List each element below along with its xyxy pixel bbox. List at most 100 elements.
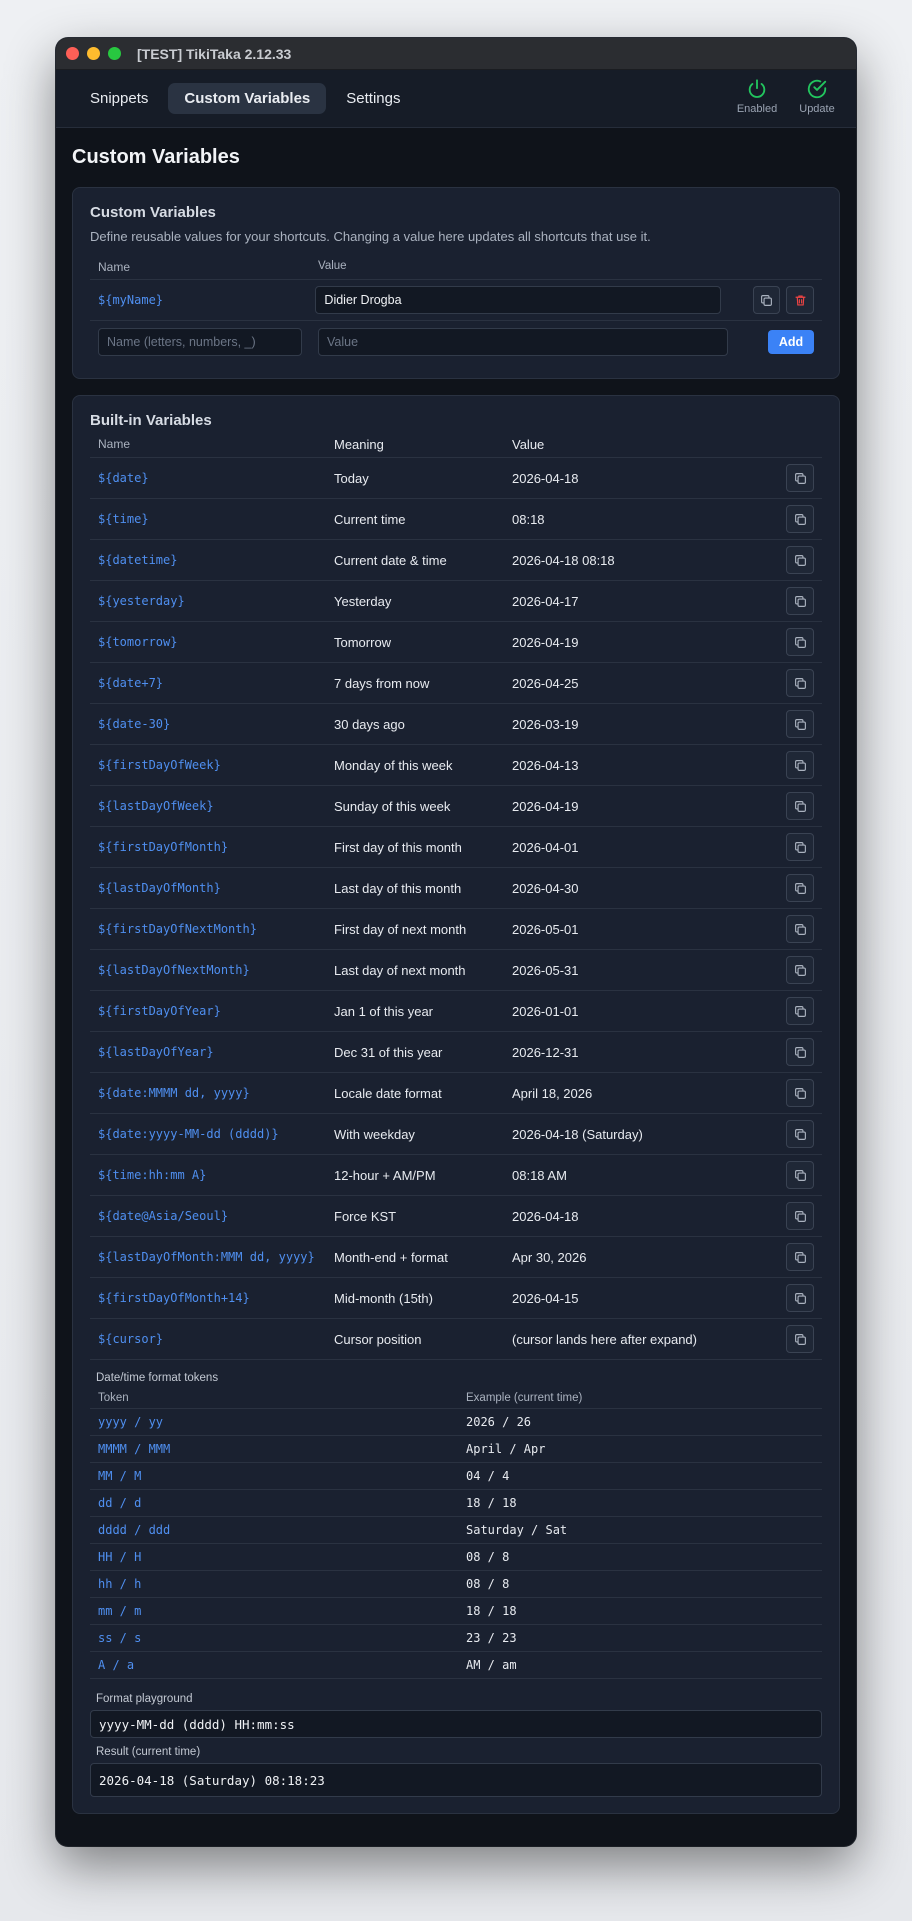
token-example: 08 / 8 [466, 1550, 510, 1564]
variable-name: ${firstDayOfNextMonth} [98, 922, 257, 936]
table-row: ${lastDayOfMonth:MMM dd, yyyy} Month-end … [90, 1237, 822, 1278]
add-variable-button[interactable]: Add [768, 329, 814, 354]
copy-icon [794, 1169, 806, 1181]
copy-icon [794, 759, 806, 771]
custom-variable-value-input[interactable]: Didier Drogba [315, 286, 721, 314]
token-example: 18 / 18 [466, 1496, 517, 1510]
variable-value: 2026-04-13 [512, 757, 579, 773]
delete-button[interactable] [786, 286, 814, 314]
variable-meaning: 12-hour + AM/PM [334, 1167, 436, 1183]
table-row: MM / M 04 / 4 [90, 1463, 822, 1490]
token-name: yyyy / yy [98, 1415, 164, 1429]
copy-button[interactable] [786, 792, 814, 820]
copy-button[interactable] [786, 915, 814, 943]
copy-button[interactable] [786, 956, 814, 984]
new-variable-value-input[interactable]: Value [318, 327, 728, 356]
col-token-header: Token [98, 1392, 129, 1404]
copy-button[interactable] [786, 1284, 814, 1312]
copy-button[interactable] [786, 1161, 814, 1189]
copy-icon [794, 554, 806, 566]
variable-meaning: Yesterday [334, 593, 392, 609]
format-playground-input[interactable]: yyyy-MM-dd (dddd) HH:mm:ss [90, 1710, 822, 1738]
table-row: ${firstDayOfNextMonth} First day of next … [90, 909, 822, 950]
token-name: dddd / ddd [98, 1523, 171, 1537]
new-variable-name-input[interactable]: Name (letters, numbers, _) [98, 327, 302, 356]
col-name-header: Name [98, 437, 131, 451]
token-example: 18 / 18 [466, 1604, 517, 1618]
minimize-window-button[interactable] [87, 47, 100, 60]
result-label: Result (current time) [96, 1746, 201, 1758]
table-row: dddd / ddd Saturday / Sat [90, 1517, 822, 1544]
update-label: Update [799, 103, 835, 115]
table-row: HH / H 08 / 8 [90, 1544, 822, 1571]
copy-button[interactable] [786, 1202, 814, 1230]
zoom-window-button[interactable] [108, 47, 121, 60]
copy-button[interactable] [786, 587, 814, 615]
custom-variable-name: ${myName} [98, 293, 164, 307]
table-row: dd / d 18 / 18 [90, 1490, 822, 1517]
copy-button[interactable] [786, 1079, 814, 1107]
variable-value: 2026-04-17 [512, 593, 579, 609]
table-row: ${date@Asia/Seoul} Force KST 2026-04-18 [90, 1196, 822, 1237]
token-name: ss / s [98, 1631, 142, 1645]
copy-icon [794, 923, 806, 935]
close-window-button[interactable] [66, 47, 79, 60]
tab-snippets[interactable]: Snippets [74, 83, 164, 114]
variable-value: 2026-05-31 [512, 962, 579, 978]
copy-button[interactable] [786, 1120, 814, 1148]
enabled-toggle[interactable]: Enabled [736, 78, 778, 115]
variable-meaning: Last day of this month [334, 880, 462, 896]
copy-button[interactable] [786, 1325, 814, 1353]
copy-button[interactable] [786, 464, 814, 492]
token-name: dd / d [98, 1496, 142, 1510]
format-playground-label: Format playground [96, 1693, 193, 1705]
copy-button[interactable] [786, 833, 814, 861]
copy-button[interactable] [786, 628, 814, 656]
copy-button[interactable] [786, 1038, 814, 1066]
builtin-variables-card: Built-in Variables Name Meaning Value ${… [72, 395, 840, 1814]
token-name: mm / m [98, 1604, 142, 1618]
custom-variables-heading: Custom Variables [90, 204, 216, 221]
tab-settings[interactable]: Settings [330, 83, 416, 114]
variable-value: 2026-01-01 [512, 1003, 579, 1019]
table-row: ${time} Current time 08:18 [90, 499, 822, 540]
update-button[interactable]: Update [796, 78, 838, 115]
tab-custom-variables[interactable]: Custom Variables [168, 83, 327, 114]
copy-button[interactable] [786, 669, 814, 697]
copy-icon [794, 1251, 806, 1263]
variable-meaning: Locale date format [334, 1085, 442, 1101]
custom-variable-row: ${myName} Didier Drogba [90, 280, 822, 321]
variable-meaning: Mid-month (15th) [334, 1290, 433, 1306]
token-example: 23 / 23 [466, 1631, 517, 1645]
table-row: ${date:yyyy-MM-dd (dddd)} With weekday 202… [90, 1114, 822, 1155]
copy-icon [794, 595, 806, 607]
variable-value: 2026-04-18 [512, 1208, 579, 1224]
table-row: hh / h 08 / 8 [90, 1571, 822, 1598]
copy-button[interactable] [786, 874, 814, 902]
variable-name: ${lastDayOfWeek} [98, 799, 214, 813]
builtin-variables-heading: Built-in Variables [90, 412, 212, 429]
custom-variables-description: Define reusable values for your shortcut… [90, 229, 651, 244]
variable-value: 2026-04-19 [512, 798, 579, 814]
copy-button[interactable] [786, 710, 814, 738]
copy-button[interactable] [786, 1243, 814, 1271]
copy-button[interactable] [786, 546, 814, 574]
col-value-header: Value [318, 260, 347, 272]
token-example: 04 / 4 [466, 1469, 510, 1483]
copy-icon [794, 636, 806, 648]
table-row: ${yesterday} Yesterday 2026-04-17 [90, 581, 822, 622]
variable-name: ${firstDayOfMonth+14} [98, 1291, 250, 1305]
copy-button[interactable] [752, 286, 781, 314]
copy-button[interactable] [786, 751, 814, 779]
variable-meaning: Current date & time [334, 552, 447, 568]
copy-button[interactable] [786, 997, 814, 1025]
variable-name: ${date@Asia/Seoul} [98, 1209, 229, 1223]
variable-value: 2026-04-15 [512, 1290, 579, 1306]
variable-value: April 18, 2026 [512, 1085, 593, 1101]
table-row: yyyy / yy 2026 / 26 [90, 1409, 822, 1436]
copy-button[interactable] [786, 505, 814, 533]
token-example: April / Apr [466, 1442, 546, 1456]
copy-icon [794, 472, 806, 484]
power-icon [748, 79, 766, 98]
table-row: ${firstDayOfMonth} First day of this mont… [90, 827, 822, 868]
